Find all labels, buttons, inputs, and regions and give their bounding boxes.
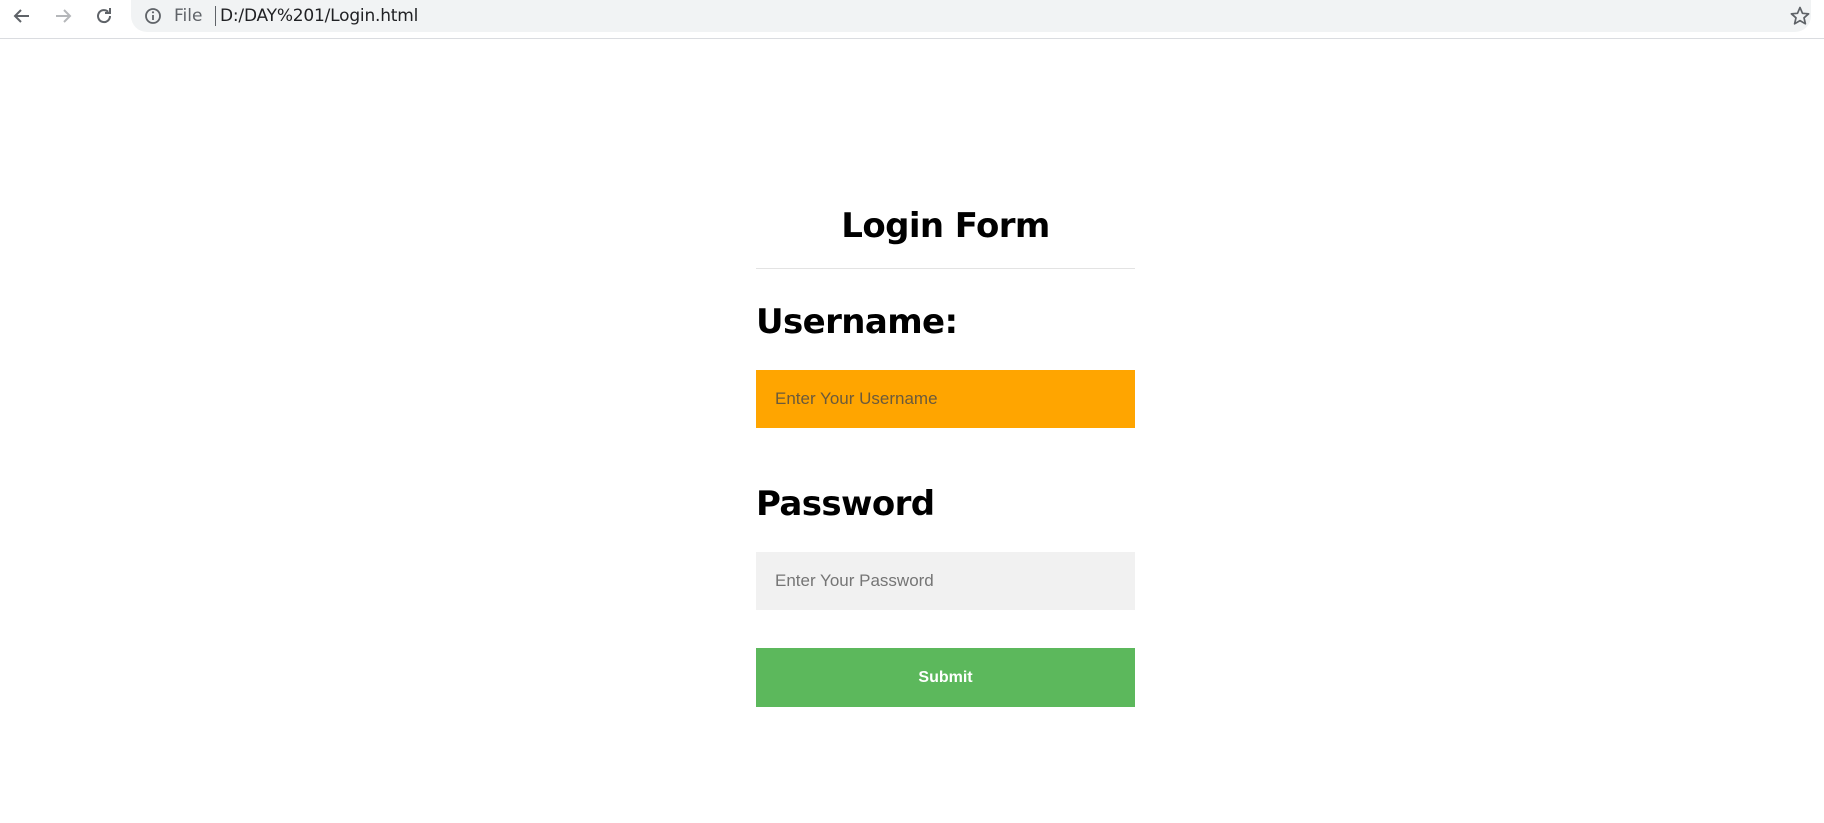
username-input[interactable] [756,370,1135,428]
reload-button[interactable] [88,0,120,32]
info-icon[interactable] [144,7,162,25]
login-form: Login Form Username: Password Submit [756,190,1135,707]
submit-button[interactable]: Submit [756,648,1135,707]
browser-toolbar: File D:/DAY%201/Login.html [0,0,1824,39]
url-scheme-label: File [174,6,203,26]
arrow-left-icon [13,9,29,23]
reload-icon [97,8,112,24]
back-button[interactable] [6,0,38,32]
username-label: Username: [756,302,958,342]
url-text[interactable]: D:/DAY%201/Login.html [220,6,418,26]
star-icon[interactable] [1789,5,1811,27]
password-input[interactable] [756,552,1135,610]
url-separator [215,6,216,26]
title-divider [756,268,1135,269]
forward-button[interactable] [47,0,79,32]
address-bar[interactable]: File D:/DAY%201/Login.html [131,0,1811,32]
password-label: Password [756,484,935,524]
form-title: Login Form [841,206,1050,246]
arrow-right-icon [56,9,72,23]
